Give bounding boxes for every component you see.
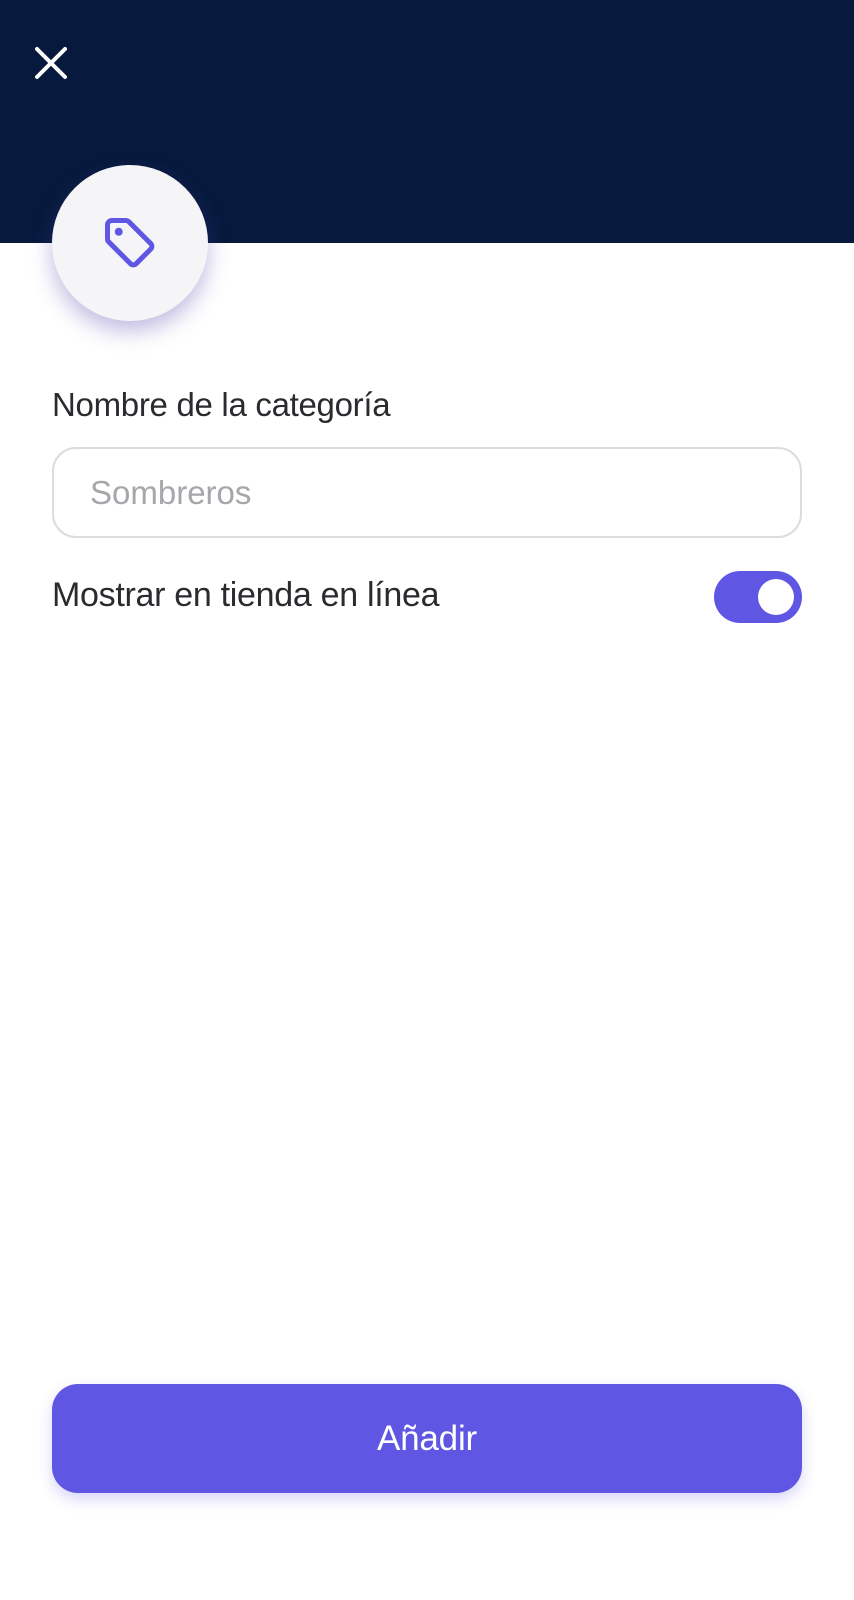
online-store-label: Mostrar en tienda en línea [52,576,440,614]
category-name-input[interactable] [52,447,802,538]
category-name-label: Nombre de la categoría [52,386,391,423]
add-button[interactable]: Añadir [52,1384,802,1493]
toggle-knob [758,579,794,615]
category-icon-badge [52,165,208,321]
tag-icon [105,218,155,268]
online-store-toggle[interactable] [714,571,802,623]
close-button[interactable] [28,40,74,86]
add-category-screen: Nombre de la categoría Mostrar en tienda… [0,0,854,1600]
close-icon [35,47,67,79]
add-button-label: Añadir [377,1418,477,1458]
